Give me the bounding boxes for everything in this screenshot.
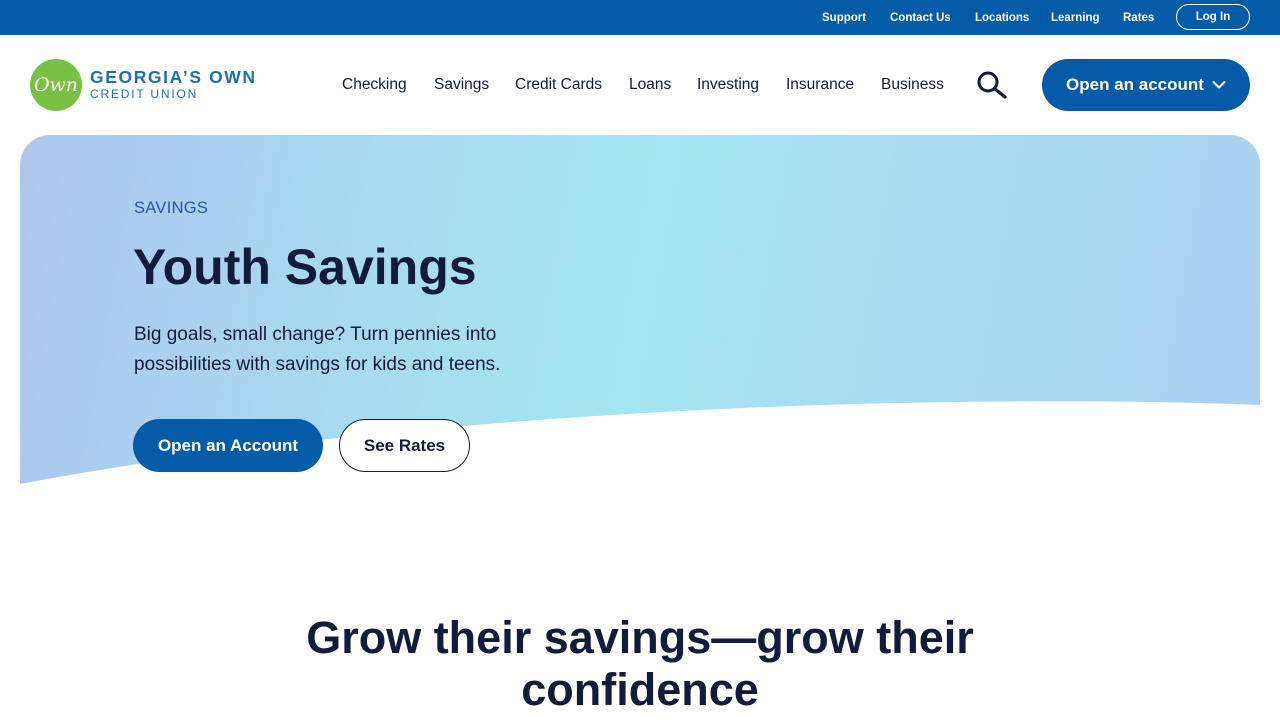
open-account-menu-label: Open an account <box>1066 75 1204 94</box>
search-icon[interactable] <box>976 71 1008 99</box>
hero-eyebrow: SAVINGS <box>134 199 209 217</box>
nav-item-business[interactable]: Business <box>881 76 944 94</box>
nav-item-insurance[interactable]: Insurance <box>786 76 854 94</box>
utility-link-learning[interactable]: Learning <box>1051 12 1100 24</box>
logo-mark[interactable]: Own <box>30 59 82 111</box>
nav-item-investing[interactable]: Investing <box>697 76 759 94</box>
utility-link-locations[interactable]: Locations <box>975 12 1029 24</box>
nav-item-loans[interactable]: Loans <box>629 76 671 94</box>
nav-item-savings[interactable]: Savings <box>434 76 489 94</box>
utility-link-rates[interactable]: Rates <box>1123 12 1154 24</box>
section-heading: Grow their savings—grow their confidence <box>306 612 974 715</box>
chevron-down-icon <box>1212 81 1226 89</box>
log-in-button[interactable]: Log In <box>1176 4 1250 30</box>
open-an-account-button[interactable]: Open an Account <box>133 419 323 472</box>
utility-bar: Support Contact Us Locations Learning Ra… <box>0 0 1280 35</box>
nav-item-checking[interactable]: Checking <box>342 76 407 94</box>
see-rates-button[interactable]: See Rates <box>339 419 470 472</box>
utility-link-contact-us[interactable]: Contact Us <box>890 12 951 24</box>
hero-description: Big goals, small change? Turn pennies in… <box>134 324 501 375</box>
logo-subname[interactable]: CREDIT UNION <box>90 87 198 101</box>
nav-item-credit-cards[interactable]: Credit Cards <box>515 76 602 94</box>
utility-link-support[interactable]: Support <box>822 12 866 24</box>
open-account-menu-button[interactable]: Open an account <box>1042 59 1250 111</box>
page-title: Youth Savings <box>133 239 477 295</box>
logo-name[interactable]: GEORGIA’S OWN <box>90 67 257 88</box>
